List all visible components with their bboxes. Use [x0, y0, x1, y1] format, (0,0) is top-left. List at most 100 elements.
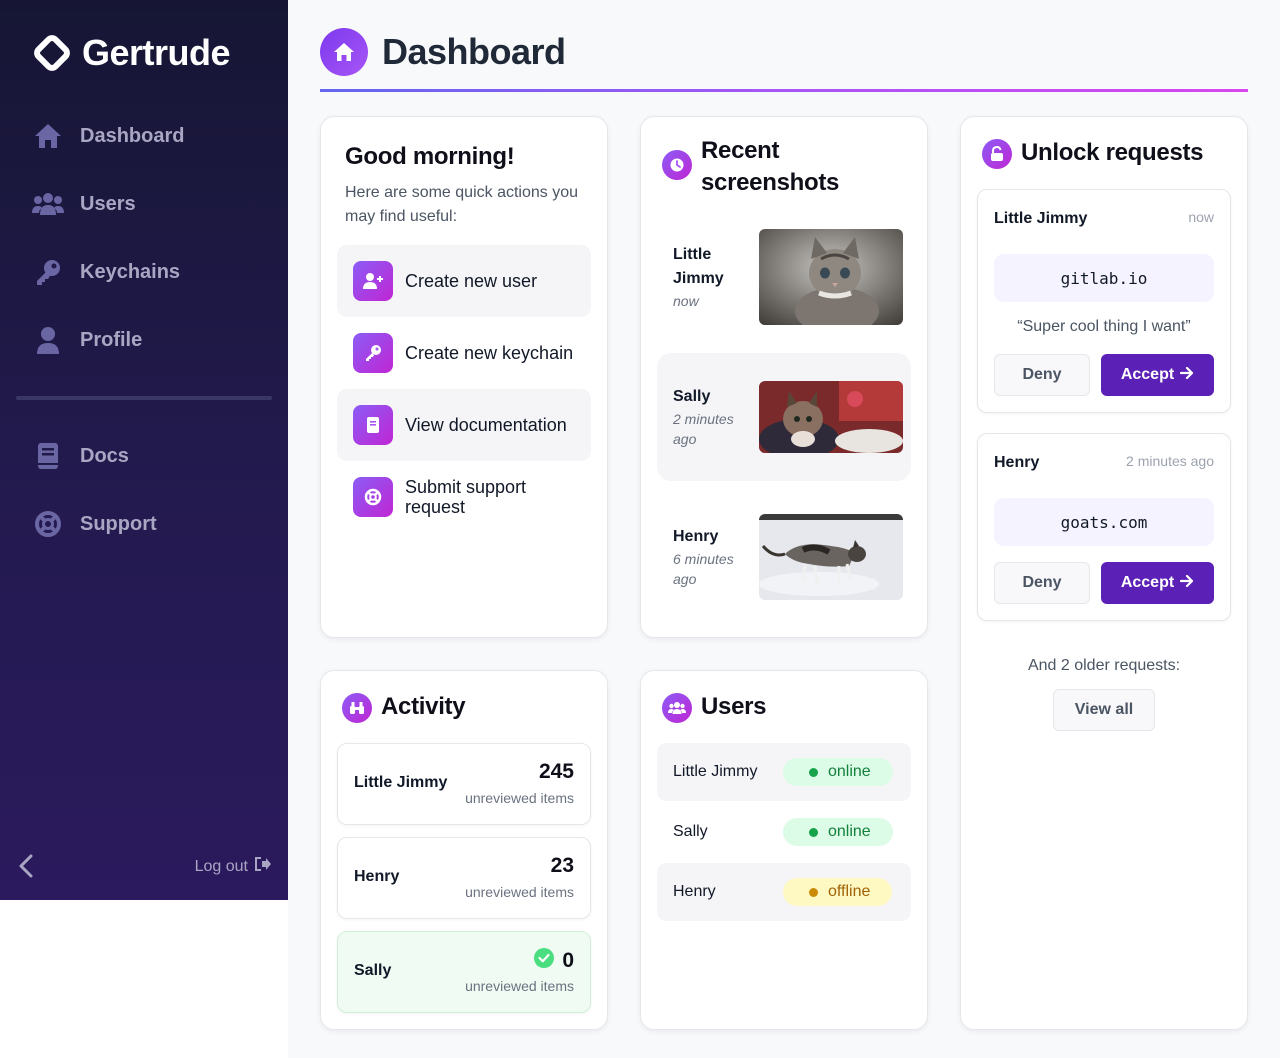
activity-count: 0 [534, 948, 574, 974]
accept-label: Accept [1120, 366, 1175, 383]
request-user: Little Jimmy [994, 210, 1088, 227]
activity-count: 245 [538, 760, 574, 783]
screenshot-item[interactable]: Sally 2 minutes ago [657, 353, 911, 481]
screenshot-time: 6 minutes ago [673, 551, 734, 587]
activity-item[interactable]: Little Jimmy 245 unreviewed items [337, 743, 591, 825]
home-icon [32, 120, 64, 152]
activity-user: Sally [354, 962, 392, 979]
user-name: Sally [673, 823, 708, 840]
sidebar-item-label: Keychains [80, 260, 181, 283]
user-row[interactable]: Henry offline [657, 863, 911, 921]
check-circle-icon [534, 948, 555, 974]
sidebar-item-label: Dashboard [80, 124, 185, 147]
activity-count: 23 [550, 854, 574, 877]
request-domain: gitlab.io [994, 254, 1214, 302]
submit-support-action[interactable]: Submit support request [337, 461, 591, 533]
sidebar-item-label: Docs [80, 444, 129, 467]
screenshot-user: Henry [673, 528, 719, 545]
lifebuoy-icon [32, 508, 64, 540]
activity-subtext: unreviewed items [465, 790, 574, 806]
request-time: 2 minutes ago [1126, 453, 1214, 469]
request-time: now [1188, 209, 1214, 225]
screenshot-thumbnail[interactable] [759, 229, 903, 325]
greeting-title: Good morning! [345, 143, 515, 170]
accept-button[interactable]: Accept [1101, 354, 1214, 396]
deny-button[interactable]: Deny [994, 562, 1090, 604]
sidebar-item-users[interactable]: Users [32, 184, 136, 224]
greeting-subtitle: Here are some quick actions you may find… [345, 184, 578, 225]
sidebar-item-profile[interactable]: Profile [32, 320, 142, 360]
users-title: Users [701, 693, 767, 720]
sidebar-item-keychains[interactable]: Keychains [32, 252, 180, 292]
sidebar-item-docs[interactable]: Docs [32, 436, 129, 476]
binoculars-icon [342, 693, 372, 723]
create-user-action[interactable]: Create new user [337, 245, 591, 317]
activity-subtext: unreviewed items [465, 884, 574, 900]
activity-item[interactable]: Sally 0 unreviewed items [337, 931, 591, 1013]
users-card: Users Little Jimmy online Sally online H… [640, 670, 928, 1030]
book-icon [32, 440, 64, 472]
action-label: View documentation [405, 415, 567, 435]
accept-button[interactable]: Accept [1101, 562, 1214, 604]
key-icon [353, 333, 393, 373]
header-divider [320, 89, 1248, 92]
collapse-sidebar-button[interactable] [14, 854, 38, 882]
action-label: Create new user [405, 271, 538, 291]
create-keychain-action[interactable]: Create new keychain [337, 317, 591, 389]
screenshot-item[interactable]: Henry 6 minutes ago [657, 493, 911, 621]
status-badge: online [783, 758, 893, 786]
users-icon [32, 188, 64, 220]
request-comment: “Super cool thing I want” [1017, 318, 1191, 335]
home-icon [320, 28, 368, 76]
sidebar-item-support[interactable]: Support [32, 504, 157, 544]
lifebuoy-icon [353, 477, 393, 517]
page-title: Dashboard [382, 31, 566, 72]
unlock-requests-card: Unlock requests Little Jimmy now gitlab.… [960, 116, 1248, 1030]
recent-screenshots-card: Recent screenshots Little Jimmy now Sall… [640, 116, 928, 638]
user-name: Little Jimmy [673, 763, 758, 780]
activity-card: Activity Little Jimmy 245 unreviewed ite… [320, 670, 608, 1030]
status-dot [809, 767, 818, 777]
action-label: Create new keychain [405, 343, 574, 363]
unlock-request: Little Jimmy now gitlab.io “Super cool t… [977, 189, 1231, 413]
sidebar-item-label: Profile [80, 328, 143, 351]
chevron-left-icon [19, 854, 33, 883]
activity-subtext: unreviewed items [465, 978, 574, 994]
request-domain: goats.com [994, 498, 1214, 546]
book-icon [353, 405, 393, 445]
sidebar-item-dashboard[interactable]: Dashboard [32, 116, 184, 156]
user-plus-icon [353, 261, 393, 301]
user-icon [32, 324, 64, 356]
status-dot [809, 827, 818, 837]
screenshot-item[interactable]: Little Jimmy now [657, 213, 911, 341]
logout-icon [254, 856, 272, 877]
view-documentation-action[interactable]: View documentation [337, 389, 591, 461]
view-all-button[interactable]: View all [1053, 689, 1155, 731]
screenshot-time: now [673, 293, 699, 309]
arrow-right-icon [1180, 366, 1194, 384]
logout-label: Log out [194, 857, 248, 875]
screenshot-thumbnail[interactable] [759, 514, 903, 600]
screenshot-user: Little Jimmy [673, 246, 724, 287]
activity-item[interactable]: Henry 23 unreviewed items [337, 837, 591, 919]
app-logo[interactable]: Gertrude [32, 32, 231, 74]
sidebar-item-label: Users [80, 192, 136, 215]
sidebar-item-label: Support [80, 512, 157, 535]
user-name: Henry [673, 883, 716, 900]
user-row[interactable]: Little Jimmy online [657, 743, 911, 801]
deny-button[interactable]: Deny [994, 354, 1090, 396]
key-icon [32, 256, 64, 288]
arrow-right-icon [1180, 574, 1194, 592]
status-badge: online [783, 818, 893, 846]
clock-icon [662, 150, 692, 180]
accept-label: Accept [1120, 574, 1175, 591]
user-row[interactable]: Sally online [657, 803, 911, 861]
logout-button[interactable]: Log out [195, 856, 272, 877]
screenshot-thumbnail[interactable] [759, 381, 903, 453]
sidebar-footer-space [0, 900, 288, 1058]
sidebar-divider [16, 396, 272, 400]
screenshot-user: Sally [673, 388, 711, 405]
activity-user: Henry [354, 868, 400, 885]
app-name: Gertrude [82, 32, 231, 73]
action-label: Submit support request [405, 477, 527, 517]
